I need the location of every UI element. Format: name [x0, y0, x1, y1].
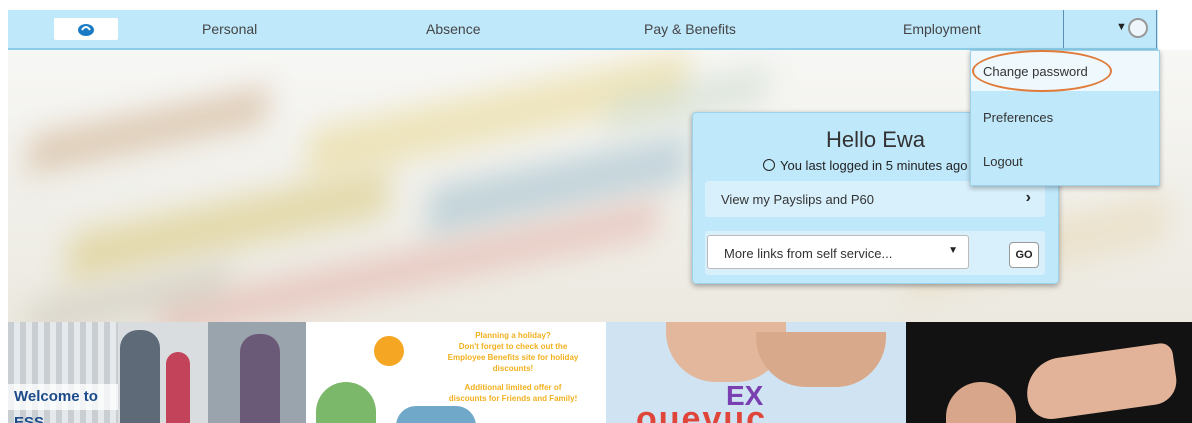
menu-item-preferences[interactable]: Preferences: [971, 97, 1159, 137]
promo-line: Employee Benefits site for holiday: [447, 353, 579, 362]
person-figure: [240, 334, 280, 423]
hand-image: [756, 332, 886, 387]
highlight-annotation: [972, 50, 1112, 92]
more-links-select-value: More links from self service...: [724, 246, 893, 261]
banner-hands[interactable]: [906, 322, 1192, 423]
palm-tree-icon: [316, 382, 376, 423]
promo-line: discounts!: [492, 364, 534, 373]
magnet-letters-row: ouevuc: [636, 400, 768, 423]
chevron-right-icon: ›: [1025, 189, 1031, 206]
banner-tiles: Welcome to ESS Planning a holiday? Don't…: [8, 322, 1192, 423]
sun-icon: [374, 336, 404, 366]
last-login-label: You last logged in 5 minutes ago: [780, 158, 968, 173]
nav-divider: [1156, 10, 1157, 48]
logo-icon: [78, 24, 94, 36]
hand-image: [1022, 341, 1180, 423]
menu-item-label: Preferences: [983, 110, 1054, 125]
clock-icon: [763, 159, 775, 171]
banner-holiday[interactable]: Planning a holiday? Don't forget to chec…: [306, 322, 606, 423]
promo-line: Don't forget to check out the: [458, 342, 568, 351]
company-logo[interactable]: [54, 18, 118, 40]
payslips-link[interactable]: View my Payslips and P60 ›: [705, 181, 1045, 217]
chevron-down-icon: ▼: [1116, 21, 1127, 33]
banner-welcome[interactable]: Welcome to ESS: [8, 322, 306, 423]
menu-item-label: Logout: [983, 154, 1023, 169]
top-nav-bar: Personal Absence Pay & Benefits Employme…: [8, 10, 1158, 50]
promo-line: Additional limited offer of: [464, 383, 562, 392]
beach-ball-icon: [396, 406, 476, 423]
dropdown-arrow-icon: ▼: [948, 245, 958, 256]
person-figure: [120, 330, 160, 423]
more-links-panel: More links from self service... ▼ GO: [705, 231, 1045, 275]
go-button[interactable]: GO: [1009, 242, 1039, 268]
nav-employment[interactable]: Employment: [903, 21, 981, 37]
nav-personal[interactable]: Personal: [202, 21, 257, 37]
nav-absence[interactable]: Absence: [426, 21, 480, 37]
promo-line: Planning a holiday?: [475, 331, 551, 340]
holiday-promo-text: Planning a holiday? Don't forget to chec…: [424, 330, 602, 404]
promo-line: discounts for Friends and Family!: [448, 394, 578, 403]
last-login-text: You last logged in 5 minutes ago: [763, 158, 967, 173]
person-figure: [166, 352, 190, 423]
menu-item-logout[interactable]: Logout: [971, 141, 1159, 181]
hand-image: [946, 382, 1016, 423]
welcome-label: Welcome to ESS: [8, 384, 118, 423]
nav-pay-benefits[interactable]: Pay & Benefits: [644, 21, 736, 37]
avatar-icon: [1128, 18, 1148, 38]
banner-learning[interactable]: EX ouevuc: [606, 322, 906, 423]
payslips-link-label: View my Payslips and P60: [721, 192, 874, 207]
nav-divider: [1063, 10, 1064, 48]
more-links-select[interactable]: More links from self service... ▼: [707, 235, 969, 269]
user-menu-toggle[interactable]: ▼: [1116, 18, 1156, 42]
